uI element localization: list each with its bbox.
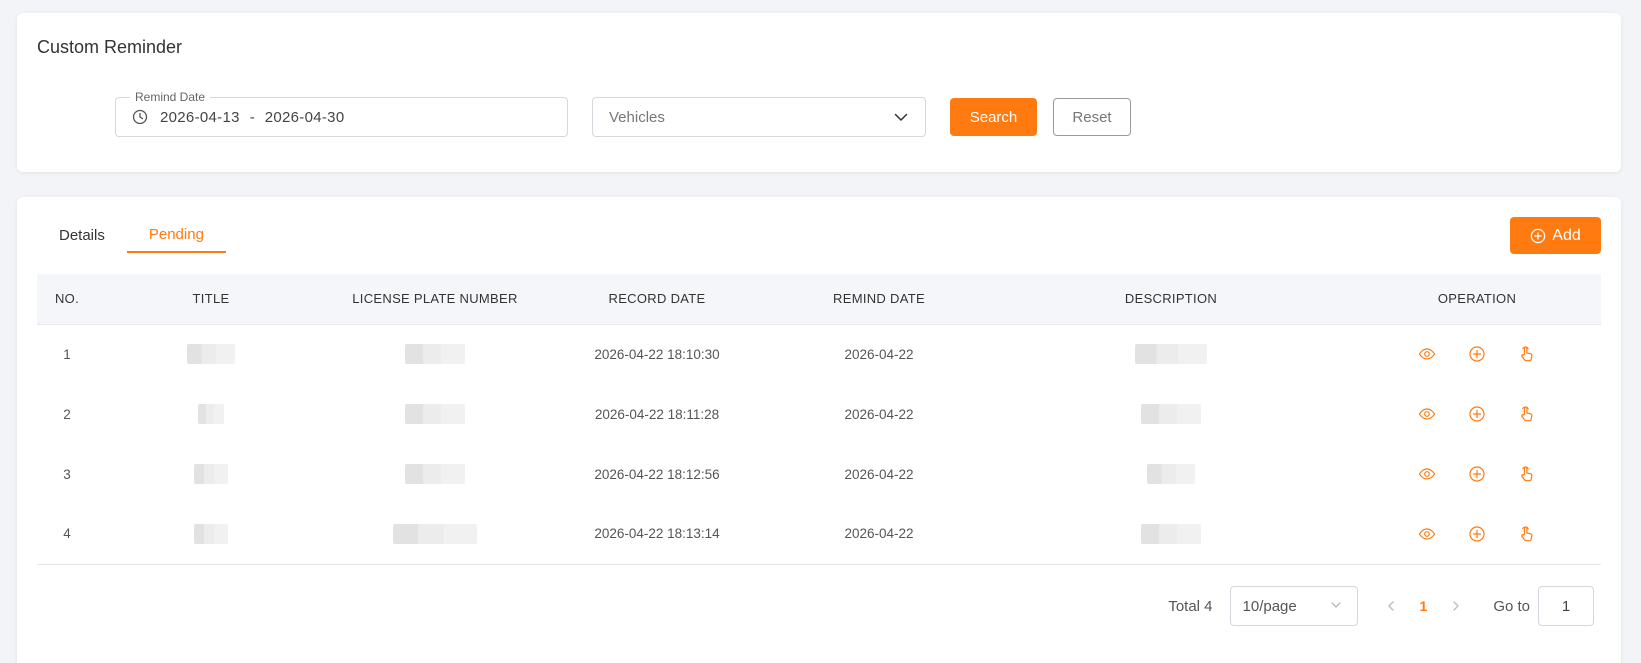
table-row: 3 2026-04-22 18:12:56 2026-04-22 — [37, 444, 1601, 504]
cell-remind-date: 2026-04-22 — [844, 346, 914, 362]
cell-description — [989, 444, 1353, 504]
hand-pointer-icon[interactable] — [1518, 465, 1536, 483]
cell-remind-date: 2026-04-22 — [769, 504, 989, 565]
eye-icon[interactable] — [1418, 405, 1436, 423]
redacted-plate — [405, 344, 465, 365]
table-header-row: NO. TITLE LICENSE PLATE NUMBER RECORD DA… — [37, 274, 1601, 325]
hand-pointer-icon[interactable] — [1518, 405, 1536, 423]
table-row: 1 2026-04-22 18:10:30 2026-04-22 — [37, 324, 1601, 384]
pagination: Total 4 10/page 1 Go to — [1168, 586, 1594, 626]
redacted-plate — [405, 404, 465, 424]
table-row: 4 2026-04-22 18:13:14 2026-04-22 — [37, 504, 1601, 565]
cell-license-plate — [325, 444, 545, 504]
plus-circle-icon[interactable] — [1468, 405, 1486, 423]
redacted-plate — [405, 464, 465, 484]
cell-description — [989, 384, 1353, 444]
plus-circle-icon — [1530, 228, 1546, 244]
cell-license-plate — [325, 504, 545, 565]
cell-record-date: 2026-04-22 18:13:14 — [545, 504, 769, 565]
tab-pending[interactable]: Pending — [126, 217, 226, 253]
page-number-current[interactable]: 1 — [1420, 598, 1428, 614]
hand-pointer-icon[interactable] — [1518, 345, 1536, 363]
cell-operation — [1353, 324, 1601, 384]
tab-bar: Details Pending — [37, 217, 226, 253]
cell-record-date: 2026-04-22 18:10:30 — [594, 346, 720, 362]
cell-license-plate — [325, 324, 545, 384]
cell-title — [97, 324, 325, 384]
redacted-description — [1141, 404, 1201, 424]
redacted-title — [198, 404, 224, 424]
chevron-down-icon — [1329, 598, 1345, 614]
page-size-value: 10/page — [1242, 597, 1297, 615]
cell-no: 3 — [63, 466, 71, 482]
cell-remind-date: 2026-04-22 — [844, 466, 914, 482]
hand-pointer-icon[interactable] — [1518, 525, 1536, 543]
plus-circle-icon[interactable] — [1468, 525, 1486, 543]
cell-no: 4 — [37, 504, 97, 565]
redacted-description — [1135, 344, 1207, 365]
col-operation: OPERATION — [1353, 274, 1601, 325]
cell-record-date: 2026-04-22 18:12:56 — [594, 466, 720, 482]
col-remind-date: REMIND DATE — [769, 274, 989, 325]
redacted-plate — [393, 523, 477, 544]
redacted-title — [187, 344, 235, 365]
cell-operation — [1353, 384, 1601, 444]
date-start[interactable]: 2026-04-13 — [160, 109, 240, 126]
redacted-description — [1147, 464, 1195, 484]
col-license-plate: LICENSE PLATE NUMBER — [325, 274, 545, 325]
prev-page-icon[interactable] — [1384, 599, 1398, 613]
page-size-select[interactable]: 10/page — [1229, 586, 1358, 626]
clock-icon — [132, 109, 148, 125]
chevron-down-icon — [893, 109, 909, 125]
date-separator: - — [249, 108, 255, 126]
redacted-title — [194, 523, 228, 544]
cell-title — [97, 444, 325, 504]
cell-title — [97, 504, 325, 565]
cell-operation — [1353, 504, 1601, 565]
cell-title — [97, 384, 325, 444]
eye-icon[interactable] — [1418, 525, 1436, 543]
col-no: NO. — [37, 274, 97, 325]
page-title: Custom Reminder — [37, 37, 183, 57]
vehicles-select[interactable]: Vehicles — [592, 97, 926, 137]
search-button[interactable]: Search — [950, 98, 1037, 136]
remind-date-range-picker[interactable]: Remind Date 2026-04-13 - 2026-04-30 — [115, 90, 568, 137]
plus-circle-icon[interactable] — [1468, 465, 1486, 483]
tab-details[interactable]: Details — [37, 217, 127, 253]
reset-button[interactable]: Reset — [1053, 98, 1131, 136]
date-end[interactable]: 2026-04-30 — [265, 109, 345, 126]
next-page-icon[interactable] — [1449, 599, 1463, 613]
add-button[interactable]: Add — [1510, 217, 1601, 254]
eye-icon[interactable] — [1418, 345, 1436, 363]
cell-record-date: 2026-04-22 18:11:28 — [594, 406, 720, 422]
cell-license-plate — [325, 384, 545, 444]
redacted-title — [194, 464, 228, 484]
vehicles-placeholder: Vehicles — [609, 108, 665, 126]
cell-no: 1 — [63, 346, 71, 362]
cell-no: 2 — [63, 406, 71, 422]
cell-description — [989, 504, 1353, 565]
pagination-total: Total 4 — [1168, 597, 1213, 615]
col-title: TITLE — [97, 274, 325, 325]
table-card: Details Pending Add NO. TITLE LICENSE PL… — [17, 197, 1621, 663]
cell-description — [989, 324, 1353, 384]
reminder-table: NO. TITLE LICENSE PLATE NUMBER RECORD DA… — [37, 274, 1601, 565]
table-row: 2 2026-04-22 18:11:28 2026-04-22 — [37, 384, 1601, 444]
add-button-label: Add — [1552, 226, 1581, 244]
col-description: DESCRIPTION — [989, 274, 1353, 325]
goto-page-input[interactable] — [1538, 586, 1594, 626]
eye-icon[interactable] — [1418, 465, 1436, 483]
redacted-description — [1141, 523, 1201, 544]
remind-date-label: Remind Date — [130, 90, 211, 104]
goto-label: Go to — [1493, 597, 1530, 615]
cell-operation — [1353, 444, 1601, 504]
col-record-date: RECORD DATE — [545, 274, 769, 325]
plus-circle-icon[interactable] — [1468, 345, 1486, 363]
filter-card: Custom Reminder Remind Date 2026-04-13 -… — [17, 13, 1621, 172]
cell-remind-date: 2026-04-22 — [844, 406, 914, 422]
